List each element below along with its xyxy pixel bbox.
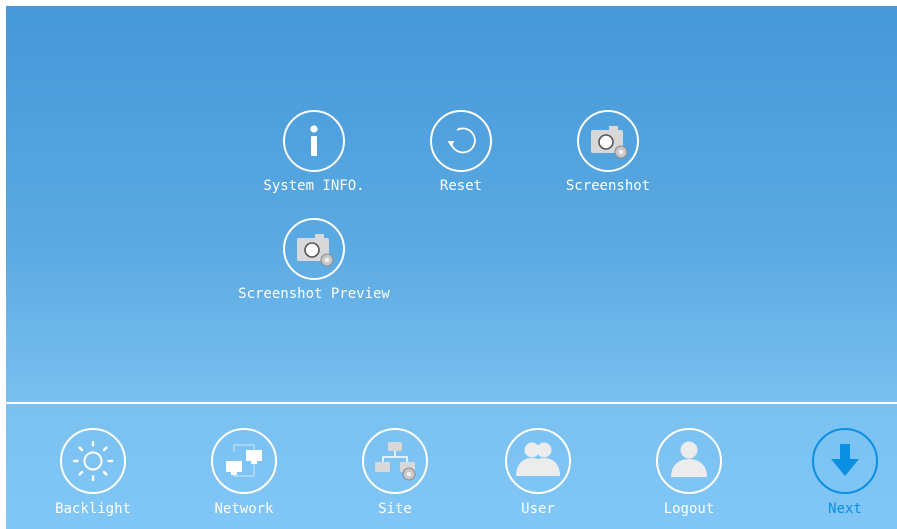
backlight-button[interactable]: Backlight — [33, 428, 153, 517]
arrow-down-icon — [831, 444, 859, 476]
user-button[interactable]: User — [478, 428, 598, 517]
logout-button[interactable]: Logout — [629, 428, 749, 517]
site-label: Site — [378, 501, 412, 517]
user-label: User — [521, 501, 555, 517]
settings-screen: System INFO. Reset Screenshot Screenshot… — [6, 6, 897, 529]
camera-preview-icon — [297, 234, 334, 267]
screenshot-label: Screenshot — [565, 178, 651, 194]
network-button[interactable]: Network — [184, 428, 304, 517]
reset-label: Reset — [439, 178, 483, 194]
system-info-label: System INFO. — [263, 178, 365, 194]
info-icon — [310, 125, 318, 156]
site-button[interactable]: Site — [335, 428, 455, 517]
system-info-button[interactable]: System INFO. — [234, 110, 394, 194]
next-button[interactable]: Next — [785, 428, 897, 517]
next-label: Next — [828, 501, 862, 517]
network-icon — [226, 444, 262, 477]
reset-button[interactable]: Reset — [381, 110, 541, 194]
bottom-dock: Backlight Network Site User Logout Next — [6, 404, 897, 529]
network-label: Network — [214, 501, 274, 517]
reset-icon — [447, 127, 476, 154]
backlight-label: Backlight — [55, 501, 131, 517]
sun-icon — [72, 440, 114, 482]
user-icon — [671, 441, 707, 477]
screenshot-preview-button[interactable]: Screenshot Preview — [234, 218, 394, 302]
screenshot-button[interactable]: Screenshot — [528, 110, 688, 194]
logout-label: Logout — [663, 501, 715, 517]
users-icon — [516, 442, 560, 476]
screenshot-preview-label: Screenshot Preview — [238, 286, 390, 302]
camera-icon — [591, 126, 628, 159]
site-icon — [375, 442, 416, 481]
